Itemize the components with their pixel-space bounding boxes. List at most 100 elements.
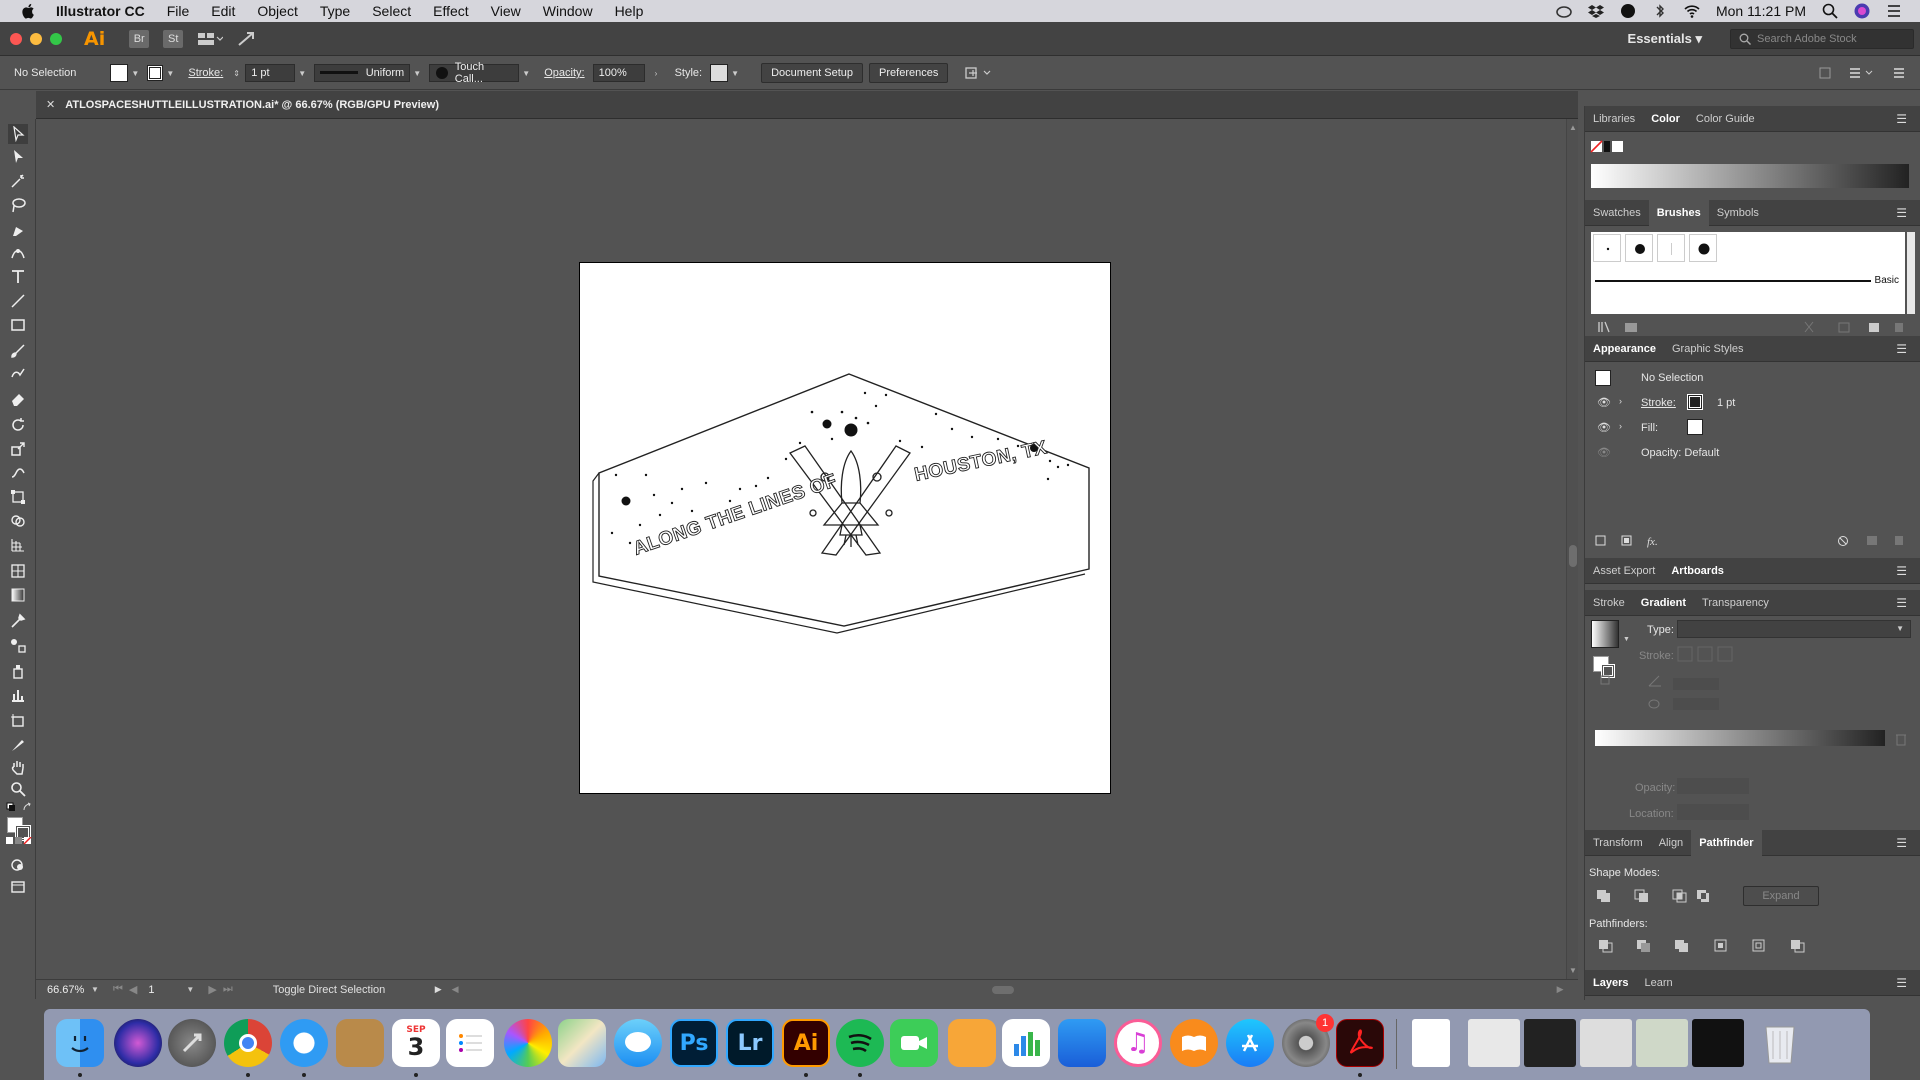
gradient-opacity-field[interactable] bbox=[1677, 778, 1749, 794]
illustrator-icon[interactable]: Ai bbox=[782, 1019, 830, 1067]
preferences-button[interactable]: Preferences bbox=[869, 63, 949, 83]
tab-appearance[interactable]: Appearance bbox=[1585, 343, 1664, 355]
panel-menu-icon[interactable] bbox=[1892, 66, 1906, 80]
chevron-down-icon[interactable]: ▼ bbox=[731, 69, 741, 78]
delete-stop-icon[interactable] bbox=[1895, 732, 1907, 746]
itunes-icon[interactable]: ♫ bbox=[1114, 1019, 1162, 1067]
free-transform-tool[interactable] bbox=[10, 489, 26, 505]
tab-asset-export[interactable]: Asset Export bbox=[1585, 565, 1663, 577]
siri-icon[interactable] bbox=[114, 1019, 162, 1067]
minimize-window-button[interactable] bbox=[30, 32, 42, 45]
menu-type[interactable]: Type bbox=[320, 3, 350, 19]
safari-icon[interactable] bbox=[280, 1019, 328, 1067]
arrange-documents-icon[interactable] bbox=[197, 31, 224, 47]
numbers-icon[interactable] bbox=[1002, 1019, 1050, 1067]
symbol-sprayer-tool[interactable] bbox=[10, 663, 26, 679]
trash-icon[interactable] bbox=[1756, 1019, 1804, 1067]
scroll-thumb[interactable] bbox=[1569, 545, 1577, 567]
appearance-opacity-row[interactable]: Opacity: Default bbox=[1641, 447, 1719, 459]
panel-menu-icon[interactable]: ☰ bbox=[1888, 596, 1915, 610]
tab-libraries[interactable]: Libraries bbox=[1585, 113, 1643, 125]
prev-artboard-button[interactable]: ◀ bbox=[129, 983, 137, 996]
arrange-icon[interactable] bbox=[964, 65, 992, 81]
tab-graphic-styles[interactable]: Graphic Styles bbox=[1664, 343, 1752, 355]
brush-item[interactable] bbox=[1689, 234, 1717, 262]
tab-swatches[interactable]: Swatches bbox=[1585, 207, 1649, 219]
document-setup-button[interactable]: Document Setup bbox=[761, 63, 864, 83]
screenshot-thumb-1[interactable] bbox=[1468, 1019, 1520, 1067]
facetime-icon[interactable] bbox=[890, 1019, 938, 1067]
menu-file[interactable]: File bbox=[167, 3, 190, 19]
expand-arrow-icon[interactable]: › bbox=[1619, 396, 1622, 406]
menu-view[interactable]: View bbox=[491, 3, 521, 19]
tab-color-guide[interactable]: Color Guide bbox=[1688, 113, 1763, 125]
messages-icon[interactable] bbox=[614, 1019, 662, 1067]
eye-icon[interactable]: 👁 bbox=[1597, 446, 1611, 459]
eye-icon[interactable]: 👁 bbox=[1597, 421, 1611, 434]
perspective-grid-tool[interactable] bbox=[10, 537, 26, 553]
dropbox-icon[interactable] bbox=[1587, 3, 1604, 19]
control-bar-options-icon[interactable] bbox=[1848, 66, 1876, 80]
paintbrush-tool[interactable] bbox=[10, 343, 26, 359]
chevron-down-icon[interactable]: ▼ bbox=[413, 69, 423, 78]
screenshot-thumb-3[interactable] bbox=[1580, 1019, 1632, 1067]
menubar-clock[interactable]: Mon 11:21 PM bbox=[1716, 3, 1806, 19]
chevron-down-icon[interactable]: ▼ bbox=[298, 69, 308, 78]
rectangle-tool[interactable] bbox=[10, 317, 26, 333]
stock-button[interactable]: St bbox=[163, 29, 184, 48]
curvature-tool[interactable] bbox=[10, 245, 26, 261]
selection-tool[interactable] bbox=[8, 124, 28, 144]
menu-window[interactable]: Window bbox=[543, 3, 593, 19]
appearance-fill-swatch[interactable] bbox=[1687, 419, 1703, 435]
color-spectrum-ramp[interactable] bbox=[1591, 164, 1909, 188]
chevron-down-icon[interactable]: ▼ bbox=[91, 985, 101, 994]
photoshop-icon[interactable]: Ps bbox=[670, 1019, 718, 1067]
shaper-tool[interactable] bbox=[10, 367, 26, 383]
stroke-swatch[interactable] bbox=[147, 65, 164, 81]
keynote-icon[interactable] bbox=[1058, 1019, 1106, 1067]
eye-icon[interactable]: 👁 bbox=[1597, 396, 1611, 409]
last-artboard-button[interactable]: ⏭ bbox=[223, 983, 233, 996]
maps-icon[interactable] bbox=[558, 1019, 606, 1067]
tab-transform[interactable]: Transform bbox=[1585, 837, 1651, 849]
gradient-swatch-preview[interactable] bbox=[1591, 620, 1619, 648]
notefile-icon[interactable] bbox=[336, 1019, 384, 1067]
status-menu-arrow[interactable]: ▶ bbox=[435, 984, 442, 995]
blend-tool[interactable] bbox=[10, 637, 26, 653]
menu-object[interactable]: Object bbox=[257, 3, 297, 19]
tab-pathfinder[interactable]: Pathfinder bbox=[1691, 829, 1762, 856]
chrome-icon[interactable] bbox=[224, 1019, 272, 1067]
stepper-icon[interactable]: ⇕ bbox=[233, 69, 243, 78]
panel-menu-icon[interactable]: ☰ bbox=[1888, 112, 1915, 126]
calendar-icon[interactable]: SEP 3 bbox=[392, 1019, 440, 1067]
ibooks-icon[interactable] bbox=[1170, 1019, 1218, 1067]
tab-align[interactable]: Align bbox=[1651, 837, 1691, 849]
appearance-stroke-value[interactable]: 1 pt bbox=[1717, 397, 1735, 409]
screen-mode-tool[interactable] bbox=[10, 879, 26, 895]
panel-menu-icon[interactable]: ☰ bbox=[1888, 564, 1915, 578]
panel-collapse-icon[interactable] bbox=[1818, 66, 1832, 80]
tab-color[interactable]: Color bbox=[1643, 113, 1688, 125]
chevron-down-icon[interactable]: ▼ bbox=[166, 69, 176, 78]
launchpad-icon[interactable] bbox=[168, 1019, 216, 1067]
next-artboard-button[interactable]: ▶ bbox=[208, 983, 216, 996]
default-colors-icon[interactable] bbox=[6, 802, 16, 812]
magic-wand-tool[interactable] bbox=[10, 173, 26, 189]
zoom-window-button[interactable] bbox=[50, 32, 62, 45]
variable-width-profile[interactable]: Uniform bbox=[314, 64, 411, 82]
lasso-tool[interactable] bbox=[10, 197, 26, 213]
type-tool[interactable] bbox=[10, 269, 26, 285]
siri-icon[interactable] bbox=[1854, 3, 1870, 19]
shape-mode-buttons[interactable] bbox=[1597, 888, 1709, 904]
gradient-aspect-icons[interactable] bbox=[1599, 674, 1719, 714]
panel-menu-icon[interactable]: ☰ bbox=[1888, 206, 1915, 220]
horizontal-scrollbar[interactable] bbox=[465, 984, 1551, 996]
horizontal-scroll-thumb[interactable] bbox=[991, 985, 1014, 994]
gpu-performance-icon[interactable] bbox=[237, 31, 255, 47]
app-store-icon[interactable] bbox=[1226, 1019, 1274, 1067]
photos-icon[interactable] bbox=[504, 1019, 552, 1067]
brushes-scrollbar[interactable] bbox=[1907, 232, 1915, 314]
gradient-slider-bar[interactable] bbox=[1595, 730, 1885, 746]
chevron-down-icon[interactable]: ▼ bbox=[1623, 636, 1630, 643]
tab-artboards[interactable]: Artboards bbox=[1663, 565, 1732, 577]
